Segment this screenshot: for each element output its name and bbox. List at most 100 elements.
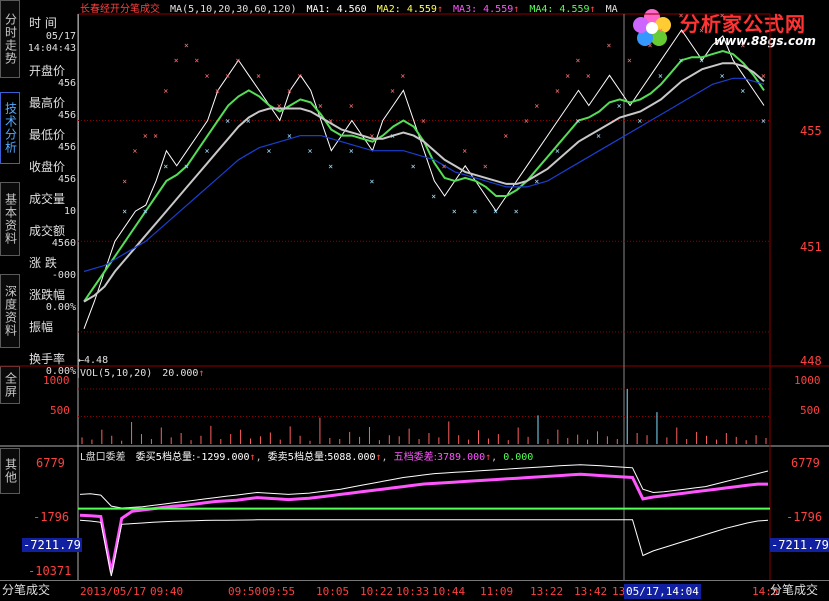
indicator-series-0: [79, 464, 769, 509]
bottom-mode-label-right[interactable]: 分笔成交: [770, 583, 818, 598]
lower_marks-mark-62: ×: [720, 71, 725, 80]
lower_marks-mark-50: ×: [596, 132, 601, 141]
lower_marks-mark-12: ×: [205, 147, 210, 156]
lower_marks-mark-6: ×: [143, 207, 148, 216]
tab-depth-info[interactable]: 深度资料: [0, 274, 20, 348]
upper_marks-mark-4: ×: [122, 177, 127, 186]
time-value: 14:04:43: [27, 43, 76, 54]
lower_marks-mark-4: ×: [122, 207, 127, 216]
chart-frame: [0, 13, 829, 580]
upper_marks-mark-17: ×: [256, 71, 261, 80]
lower_marks-mark-18: ×: [266, 147, 271, 156]
ind-axis-left-7211: -7211.79: [22, 538, 82, 552]
upper_marks-mark-15: ×: [236, 56, 241, 65]
upper_marks-mark-26: ×: [349, 101, 354, 110]
upper_marks-mark-12: ×: [205, 71, 210, 80]
ind-axis-right-7211: -7211.79: [770, 538, 829, 552]
vol-axis-left-1000: 1000: [43, 374, 70, 387]
ma5-value: MA: [605, 4, 618, 15]
close-value: 456: [57, 174, 76, 185]
open-value: 456: [57, 78, 76, 89]
tab-technical[interactable]: 技术分析: [0, 92, 20, 164]
volume-indicator-label: VOL(5,10,20) 20.000↑: [80, 368, 205, 379]
lower_marks-mark-46: ×: [555, 147, 560, 156]
indicator-series-2: [79, 519, 769, 577]
upper_marks-mark-19: ×: [277, 101, 282, 110]
logo-url: www.88gs.com: [714, 34, 816, 48]
lower_marks-mark-36: ×: [452, 207, 457, 216]
ma3-value: MA3: 4.559: [453, 4, 514, 15]
lower_marks-mark-8: ×: [163, 162, 168, 171]
tab-fullscreen[interactable]: 全屏: [0, 366, 20, 404]
main-chart[interactable]: × × × × × × × × × × × × × × × × × × × × × × × × × × × × × × × × × × × × × × × ×…: [0, 0, 829, 600]
lower_marks-mark-32: ×: [411, 162, 416, 171]
upper_marks-mark-51: ×: [606, 41, 611, 50]
logo-title: 分析家公式网: [680, 12, 806, 36]
upper_marks-mark-13: ×: [215, 86, 220, 95]
series-ma2: [83, 62, 765, 303]
close-label: 收盘价: [29, 160, 66, 174]
price-axis-label-448: 448: [800, 354, 822, 368]
upper_marks-mark-44: ×: [534, 101, 539, 110]
volume-value: 10: [63, 206, 76, 217]
upper_marks-mark-41: ×: [503, 132, 508, 141]
quote-info-panel: 时 间 05/17 14:04:43 开盘价 456 最高价 456 最低价 4…: [21, 14, 79, 378]
lower_marks-mark-52: ×: [617, 101, 622, 110]
tab-other[interactable]: 其他: [0, 448, 20, 494]
upper_marks-mark-9: ×: [174, 56, 179, 65]
time-axis-bar: 分笔成交 2013/05/17 09:40 09:50 09:55 10:05 10:22…: [0, 580, 829, 601]
tab-intraday[interactable]: 分时走势: [0, 0, 20, 78]
ma4-value: MA4: 4.559: [529, 4, 590, 15]
upper_marks-mark-11: ×: [194, 56, 199, 65]
time-label-7: 10:44: [432, 585, 466, 598]
upper_marks-mark-31: ×: [400, 71, 405, 80]
amount-label: 成交额: [29, 224, 66, 238]
lower_marks-mark-66: ×: [761, 117, 766, 126]
lower_marks-mark-34: ×: [431, 192, 436, 201]
upper_marks-mark-7: ×: [153, 132, 158, 141]
turnover-label: 换手率: [29, 352, 66, 366]
lower_marks-mark-16: ×: [246, 117, 251, 126]
series-ma1: [83, 50, 765, 303]
stock-name[interactable]: 长春经开: [80, 4, 120, 15]
ind-axis-left-1796: -1796: [33, 510, 70, 524]
time-label-5: 10:22: [360, 585, 394, 598]
volume-label: 成交量: [29, 192, 66, 206]
lower_marks-mark-54: ×: [637, 117, 642, 126]
lower_marks-mark-60: ×: [699, 56, 704, 65]
tab-basic-info[interactable]: 基本资料: [0, 182, 20, 256]
low-price-marker: ←4.48: [78, 355, 109, 366]
lower_marks-mark-44: ×: [534, 177, 539, 186]
series-price: [83, 29, 765, 329]
lower_marks-mark-56: ×: [658, 71, 663, 80]
lower_marks-mark-26: ×: [349, 147, 354, 156]
ma2-arrow: ↑: [436, 4, 443, 15]
upper_marks-mark-35: ×: [442, 162, 447, 171]
ind-axis-right-1796: -1796: [786, 510, 823, 524]
upper_marks-mark-8: ×: [163, 86, 168, 95]
open-label: 开盘价: [29, 64, 66, 78]
chart-mode[interactable]: 分笔成交: [120, 4, 160, 15]
lower_marks-mark-14: ×: [225, 117, 230, 126]
indicator-series-1: [79, 472, 768, 573]
price-axis-label-451: 451: [800, 240, 822, 254]
time-label-6: 10:33: [396, 585, 430, 598]
upper_marks-mark-66: ×: [761, 71, 766, 80]
upper_marks-mark-5: ×: [133, 147, 138, 156]
lower_marks-mark-22: ×: [308, 147, 313, 156]
high-label: 最高价: [29, 96, 66, 110]
ma2-value: MA2: 4.559: [376, 4, 437, 15]
upper_marks-mark-28: ×: [369, 132, 374, 141]
lower_marks-mark-24: ×: [328, 162, 333, 171]
bottom-mode-label[interactable]: 分笔成交: [2, 583, 50, 598]
lower_marks-mark-28: ×: [369, 177, 374, 186]
chart-header: 长春经开分笔成交 MA(5,10,20,30,60,120) MA1: 4.56…: [80, 0, 618, 15]
change-pct-value: 0.00%: [45, 302, 76, 313]
upper_marks-mark-6: ×: [143, 132, 148, 141]
ma-params: MA(5,10,20,30,60,120): [170, 4, 297, 15]
upper_marks-mark-10: ×: [184, 41, 189, 50]
price-panel: × × × × × × × × × × × × × × × × × × × × × × × × × × × × × × × × × × × × × × × ×…: [78, 11, 770, 333]
vol-axis-right-500: 500: [800, 404, 820, 417]
indicator-panel: [78, 464, 770, 577]
price-axis-label-455: 455: [800, 124, 822, 138]
